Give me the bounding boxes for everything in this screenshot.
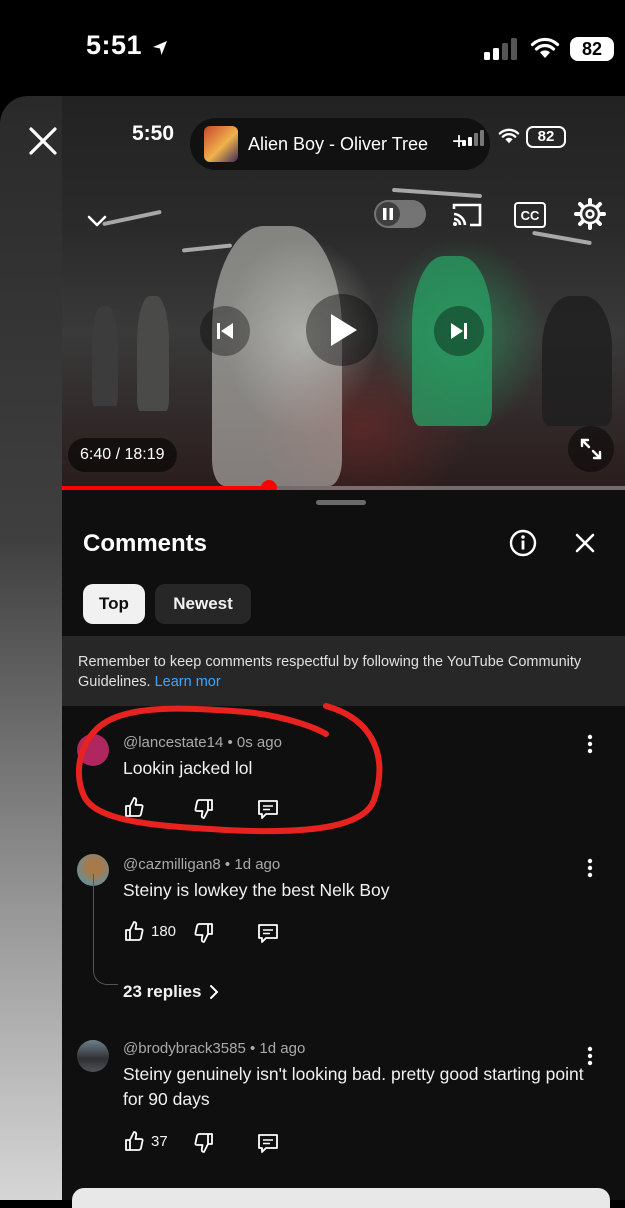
status-bar: 5:51 82 xyxy=(0,0,625,96)
thumbs-down-icon xyxy=(194,1133,213,1153)
close-icon[interactable] xyxy=(570,528,600,558)
chevron-right-icon xyxy=(210,985,219,999)
dislike-button[interactable] xyxy=(193,922,215,944)
like-button[interactable]: 37 xyxy=(123,1130,168,1152)
comment-text: Steiny is lowkey the best Nelk Boy xyxy=(123,880,390,900)
play-icon[interactable] xyxy=(306,294,378,366)
more-options-icon[interactable] xyxy=(582,856,598,880)
guidelines-banner: Remember to keep comments respectful by … xyxy=(62,636,625,706)
guidelines-text: Remember to keep comments respectful by … xyxy=(78,654,582,690)
comment-time: 1d ago xyxy=(259,1040,306,1057)
like-count: 180 xyxy=(151,922,177,940)
like-count: 37 xyxy=(151,1132,168,1150)
more-options-icon[interactable] xyxy=(582,1044,598,1068)
wifi-icon xyxy=(530,37,560,58)
comments-title: Comments xyxy=(83,530,208,557)
cast-icon[interactable] xyxy=(450,200,484,230)
comments-panel: Comments Top Newest Remember to keep com… xyxy=(62,490,625,1208)
comment-time: 0s ago xyxy=(236,734,282,751)
learn-more-link[interactable]: Learn mor xyxy=(155,674,221,690)
avatar[interactable] xyxy=(77,734,109,766)
tab-newest[interactable]: Newest xyxy=(155,584,251,624)
like-button[interactable] xyxy=(123,796,145,818)
thumbs-up-icon xyxy=(125,797,144,817)
comment-time: 1d ago xyxy=(234,856,281,873)
more-options-icon[interactable] xyxy=(582,732,598,756)
comment-author[interactable]: @cazmilligan8 xyxy=(123,856,221,873)
thumbs-down-icon xyxy=(194,799,213,819)
cellular-signal-icon xyxy=(462,130,484,146)
reply-icon xyxy=(258,924,278,943)
minimize-chevron-icon[interactable] xyxy=(82,206,112,236)
battery-level: 82 xyxy=(570,37,614,61)
tab-top[interactable]: Top xyxy=(83,584,145,624)
comment-author[interactable]: @lancestate14 xyxy=(123,734,223,751)
thread-line xyxy=(93,874,118,985)
reply-icon xyxy=(258,800,278,819)
dislike-button[interactable] xyxy=(193,1132,215,1154)
like-button[interactable]: 180 xyxy=(123,920,176,942)
add-comment-bar[interactable] xyxy=(72,1188,610,1208)
fullscreen-icon[interactable] xyxy=(568,426,614,472)
replies-count: 23 replies xyxy=(123,982,202,1001)
reply-button[interactable] xyxy=(257,922,279,944)
mini-battery-level: 82 xyxy=(526,126,566,148)
next-track-icon[interactable] xyxy=(434,306,484,356)
view-replies-button[interactable]: 23 replies xyxy=(123,982,219,1002)
thumbs-up-icon xyxy=(125,921,144,941)
reply-button[interactable] xyxy=(257,798,279,820)
status-time: 5:51 xyxy=(86,30,143,60)
wifi-icon xyxy=(498,128,520,144)
reply-button[interactable] xyxy=(257,1132,279,1154)
drag-handle[interactable] xyxy=(316,500,366,505)
close-icon[interactable] xyxy=(28,126,58,156)
autoplay-toggle[interactable] xyxy=(374,200,426,228)
info-icon[interactable] xyxy=(508,528,538,558)
previous-track-icon[interactable] xyxy=(200,306,250,356)
thumbs-down-icon xyxy=(194,923,213,943)
video-scrubber-handle[interactable] xyxy=(260,480,277,490)
video-timecode: 6:40 / 18:19 xyxy=(68,438,177,472)
album-art xyxy=(204,126,238,162)
comment-text: Steiny genuinely isn't looking bad. pret… xyxy=(123,1064,584,1109)
pause-icon xyxy=(376,202,400,226)
now-playing-pill[interactable]: Alien Boy - Oliver Tree + xyxy=(190,118,490,170)
avatar[interactable] xyxy=(77,1040,109,1072)
cellular-signal-icon xyxy=(484,38,517,60)
comment-author[interactable]: @brodybrack3585 xyxy=(123,1040,246,1057)
gear-icon[interactable] xyxy=(574,198,606,230)
background-app-edge xyxy=(0,96,62,1200)
mini-status-time: 5:50 xyxy=(132,122,175,145)
captions-icon[interactable]: CC xyxy=(514,202,546,228)
thumbs-up-icon xyxy=(125,1131,144,1151)
dislike-button[interactable] xyxy=(193,798,215,820)
comment-text: Lookin jacked lol xyxy=(123,758,253,778)
now-playing-title: Alien Boy - Oliver Tree xyxy=(248,134,429,154)
video-player[interactable]: 5:50 Alien Boy - Oliver Tree + 82 CC 6:4… xyxy=(62,96,625,490)
location-arrow-icon xyxy=(153,41,167,55)
reply-icon xyxy=(258,1134,278,1153)
